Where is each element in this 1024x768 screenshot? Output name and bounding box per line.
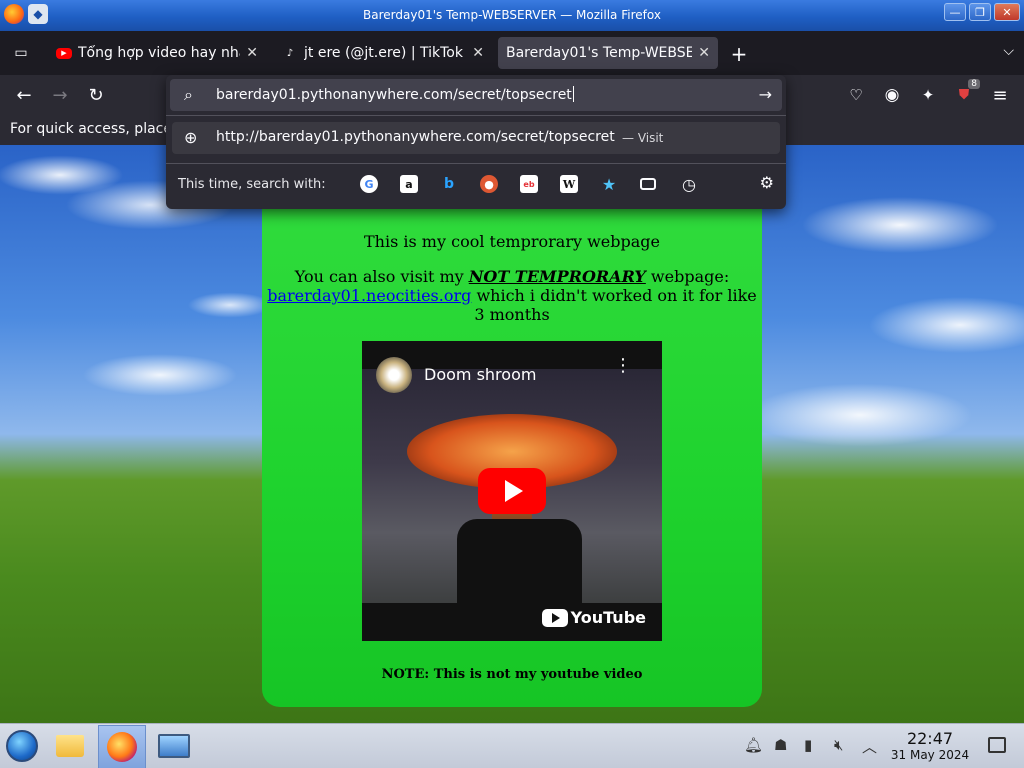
- video-more-options-icon[interactable]: ⋮: [614, 357, 632, 375]
- youtube-brand-text: YouTube: [570, 608, 646, 627]
- amazon-engine-icon[interactable]: a: [400, 175, 418, 193]
- close-tab-icon[interactable]: ✕: [472, 45, 484, 61]
- folder-icon: [56, 735, 84, 757]
- start-button[interactable]: [4, 728, 40, 764]
- para-emphasis: NOT TEMPRORARY: [468, 267, 646, 286]
- url-input-text[interactable]: barerday01.pythonanywhere.com/secret/top…: [216, 86, 574, 103]
- go-arrow-icon[interactable]: →: [759, 85, 772, 104]
- list-all-tabs-chevron-icon[interactable]: ⌵: [1003, 43, 1014, 59]
- hamburger-menu-icon[interactable]: ≡: [988, 83, 1012, 107]
- wikipedia-engine-icon[interactable]: W: [560, 175, 578, 193]
- close-tab-icon[interactable]: ✕: [698, 45, 710, 61]
- youtube-embed[interactable]: Doom shroom ⋮ YouTube: [362, 341, 662, 641]
- minimize-button[interactable]: —: [944, 3, 966, 21]
- url-input[interactable]: ⌕ barerday01.pythonanywhere.com/secret/t…: [170, 79, 782, 111]
- window-controls: — ❐ ✕: [944, 3, 1020, 21]
- window-titlebar[interactable]: ◆ Barerday01's Temp-WEBSERVER — Mozilla …: [0, 0, 1024, 31]
- firefox-view-button[interactable]: ▭: [8, 41, 34, 65]
- ebay-engine-icon[interactable]: eb: [520, 175, 538, 193]
- forward-arrow-icon[interactable]: →: [48, 83, 72, 107]
- tiktok-icon: ♪: [286, 47, 294, 59]
- tab-label: jt ere (@jt.ere) | TikTok: [304, 45, 463, 61]
- bing-engine-icon[interactable]: b: [440, 175, 458, 193]
- duckduckgo-engine-icon[interactable]: ●: [480, 175, 498, 193]
- urlbar-dropdown: ⌕ barerday01.pythonanywhere.com/secret/t…: [166, 75, 786, 209]
- video-note: NOTE: This is not my youtube video: [381, 667, 643, 682]
- bookmarks-star-icon[interactable]: ★: [600, 175, 618, 194]
- suggestion-action: — Visit: [622, 131, 664, 145]
- maximize-button[interactable]: ❐: [969, 3, 991, 21]
- bookmarks-placeholder-text: For quick access, place: [10, 121, 172, 137]
- divider: [166, 115, 786, 116]
- tab-tiktok[interactable]: ♪ jt ere (@jt.ere) | TikTok ✕: [274, 37, 492, 69]
- account-icon[interactable]: ◉: [880, 83, 904, 107]
- search-settings-gear-icon[interactable]: ⚙: [760, 173, 774, 192]
- google-engine-icon[interactable]: G: [360, 175, 378, 193]
- extension-badge-count: 8: [968, 79, 980, 89]
- volume-muted-icon[interactable]: 🔇︎: [834, 736, 843, 754]
- clock-time: 22:47: [906, 729, 954, 748]
- tab-label: Tổng hợp video hay nhất: [78, 45, 241, 61]
- globe-icon: ⊕: [184, 128, 198, 147]
- video-title[interactable]: Doom shroom: [424, 365, 536, 384]
- file-manager-button[interactable]: [52, 728, 88, 764]
- system-settings-button[interactable]: [156, 728, 192, 764]
- search-with-label: This time, search with:: [178, 177, 326, 192]
- content-panel: This is my cool temprorary webpage You c…: [262, 145, 762, 707]
- notifications-bell-icon[interactable]: 🔔︎: [744, 736, 763, 754]
- intro-text: This is my cool temprorary webpage: [364, 232, 660, 251]
- neocities-link[interactable]: barerday01.neocities.org: [267, 286, 471, 305]
- tab-youtube[interactable]: ▶ Tổng hợp video hay nhất ✕: [48, 37, 266, 69]
- start-orb-icon: [6, 730, 38, 762]
- monitor-icon: [158, 734, 190, 758]
- extensions-puzzle-icon[interactable]: ✦: [916, 83, 940, 107]
- reload-icon[interactable]: ↻: [84, 83, 108, 107]
- suggestion-url: http://barerday01.pythonanywhere.com/sec…: [216, 129, 615, 145]
- search-icon: ⌕: [184, 85, 193, 104]
- play-button[interactable]: [478, 468, 546, 514]
- youtube-icon: ▶: [56, 47, 72, 59]
- history-clock-icon[interactable]: ◷: [680, 175, 698, 194]
- new-tab-button[interactable]: +: [728, 42, 750, 66]
- play-icon: [505, 480, 523, 502]
- clipboard-icon[interactable]: ☗: [774, 736, 787, 754]
- battery-icon[interactable]: ▮: [804, 736, 812, 754]
- visit-paragraph: You can also visit my NOT TEMPRORARY web…: [266, 267, 758, 324]
- divider: [166, 163, 786, 164]
- ublock-shield-icon[interactable]: ⛊ 8: [952, 79, 980, 107]
- firefox-icon: [107, 732, 137, 762]
- firefox-taskbar-button[interactable]: [98, 725, 146, 768]
- close-window-button[interactable]: ✕: [994, 3, 1020, 21]
- tab-webserver[interactable]: Barerday01's Temp-WEBSERVER ✕: [498, 37, 718, 69]
- para-text-2: webpage:: [645, 267, 730, 286]
- close-tab-icon[interactable]: ✕: [246, 45, 258, 61]
- para-text-3: which i didn't worked on it for like 3 m…: [471, 286, 757, 324]
- clock-date: 31 May 2024: [890, 748, 970, 762]
- window-title: Barerday01's Temp-WEBSERVER — Mozilla Fi…: [363, 8, 661, 22]
- youtube-logo[interactable]: YouTube: [541, 608, 646, 627]
- url-suggestion-row[interactable]: ⊕ http://barerday01.pythonanywhere.com/s…: [172, 122, 780, 154]
- tab-strip: ▭ ▶ Tổng hợp video hay nhất ✕ ♪ jt ere (…: [0, 31, 1024, 75]
- pocket-icon[interactable]: ♡: [844, 83, 868, 107]
- back-arrow-icon[interactable]: ←: [12, 83, 36, 107]
- tab-label: Barerday01's Temp-WEBSERVER: [506, 45, 693, 61]
- show-desktop-icon[interactable]: [988, 737, 1006, 753]
- tray-expand-chevron-icon[interactable]: ︿: [862, 736, 877, 757]
- youtube-play-icon: [541, 608, 568, 627]
- clock[interactable]: 22:47 31 May 2024: [890, 729, 970, 763]
- channel-avatar[interactable]: [376, 357, 412, 393]
- page-viewport: This is my cool temprorary webpage You c…: [0, 145, 1024, 723]
- tabs-engine-icon[interactable]: [640, 178, 656, 190]
- taskbar: 🔔︎ ☗ ▮ 🔇︎ ︿ 22:47 31 May 2024: [0, 723, 1024, 768]
- para-text-1: You can also visit my: [294, 267, 469, 286]
